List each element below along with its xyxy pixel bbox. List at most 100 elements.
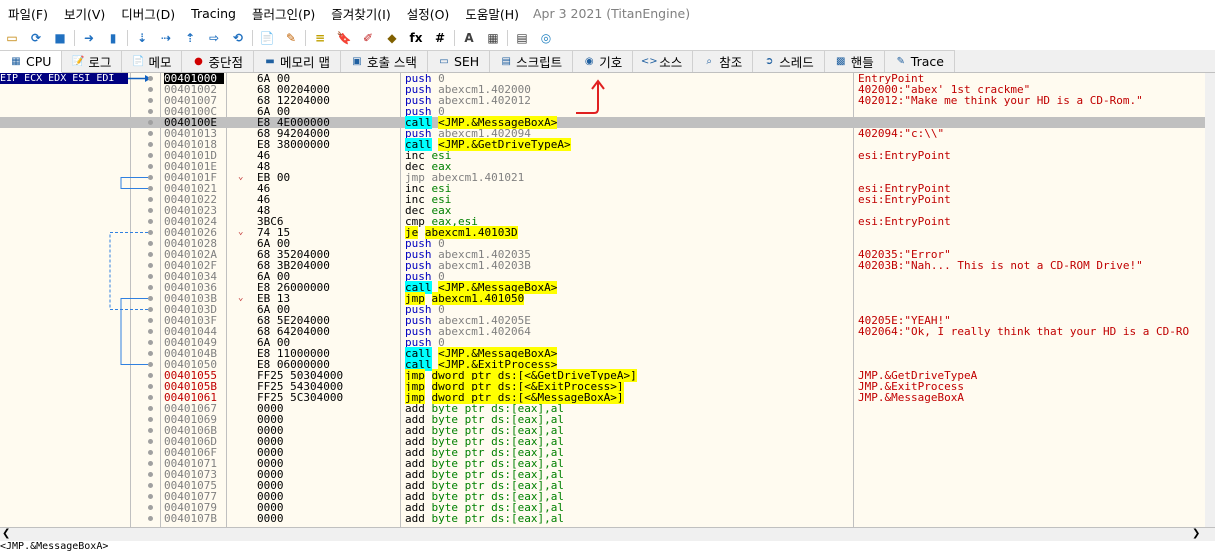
breakpoint-dot[interactable] [148, 186, 153, 191]
hide-debugger-icon[interactable]: ✎ [283, 30, 299, 46]
breakpoint-dot[interactable] [148, 362, 153, 367]
breakpoint-dot[interactable] [148, 318, 153, 323]
breakpoint-dot[interactable] [148, 406, 153, 411]
breakpoint-dot[interactable] [148, 274, 153, 279]
font-icon[interactable]: A [461, 30, 477, 46]
breakpoint-dot[interactable] [148, 219, 153, 224]
menu-item[interactable]: Tracing [183, 6, 244, 21]
breakpoint-dot[interactable] [148, 384, 153, 389]
breakpoint-dot[interactable] [148, 285, 153, 290]
breakpoint-dot[interactable] [148, 131, 153, 136]
disassembly-view[interactable]: EIP ECX EDX ESI EDI 00401000 6A 00 push 0 En… [0, 73, 1205, 527]
hash-icon[interactable]: # [432, 30, 448, 46]
breakpoint-dot[interactable] [148, 98, 153, 103]
menu-item[interactable]: 파일(F) [0, 4, 56, 23]
breakpoint-dot[interactable] [148, 197, 153, 202]
breakpoint-dot[interactable] [148, 175, 153, 180]
breakpoint-dot[interactable] [148, 87, 153, 92]
breakpoint-dot[interactable] [148, 417, 153, 422]
breakpoint-dot[interactable] [148, 494, 153, 499]
register-label: EIP ECX EDX ESI EDI [0, 73, 128, 84]
tab-cpu[interactable]: ▦ CPU [0, 50, 63, 73]
breakpoint-dot[interactable] [148, 351, 153, 356]
tab-script-tab[interactable]: ▤ 스크립트 [490, 50, 574, 72]
menu-item[interactable]: 설정(O) [399, 4, 458, 23]
table-row[interactable]: 0040107B 0000 add byte ptr ds:[eax],al [0, 513, 1205, 524]
script-icon[interactable]: 📄 [259, 30, 275, 46]
close-icon[interactable]: ■ [52, 30, 68, 46]
breakpoint-dot[interactable] [148, 296, 153, 301]
step-over-icon[interactable]: ⇢ [158, 30, 174, 46]
tab-symbols[interactable]: ◉ 기호 [573, 50, 634, 72]
breakpoint-dot[interactable] [148, 142, 153, 147]
function-icon[interactable]: fx [408, 30, 424, 46]
tab-trace-tab[interactable]: ✎ Trace [884, 50, 955, 72]
tab-memory-map[interactable]: ▬ 메모리 맵 [253, 50, 341, 72]
bookmark-icon[interactable]: 🔖 [336, 30, 352, 46]
notes-icon: 📄 [132, 56, 145, 67]
tab-label: CPU [26, 54, 52, 69]
run-icon[interactable]: ➜ [81, 30, 97, 46]
breakpoint-dot[interactable] [148, 428, 153, 433]
label-icon[interactable]: ◆ [384, 30, 400, 46]
breakpoint-dot[interactable] [148, 153, 153, 158]
step-out-icon[interactable]: ⇡ [182, 30, 198, 46]
breakpoint-dot[interactable] [148, 164, 153, 169]
source-icon: <> [640, 56, 658, 67]
step-into-icon[interactable]: ⇣ [134, 30, 150, 46]
run-to-user-icon[interactable]: ⇨ [206, 30, 222, 46]
tab-seh[interactable]: ▭ SEH [427, 50, 491, 72]
globe-icon[interactable]: ◎ [538, 30, 554, 46]
menu-item[interactable]: 도움말(H) [457, 4, 527, 23]
handles-icon: ▩ [836, 56, 846, 67]
memory-icon[interactable]: ▦ [485, 30, 501, 46]
patch-icon[interactable]: ≡ [312, 30, 328, 46]
breakpoint-dot[interactable] [148, 252, 153, 257]
breakpoint-dot[interactable] [148, 472, 153, 477]
menu-item[interactable]: 보기(V) [56, 4, 113, 23]
breakpoint-dot[interactable] [148, 516, 153, 521]
disassembly: add byte ptr ds:[eax],al [405, 513, 564, 524]
comment-icon[interactable]: ✐ [360, 30, 376, 46]
breakpoint-dot[interactable] [148, 263, 153, 268]
breakpoint-dot[interactable] [148, 120, 153, 125]
breakpoint-dot[interactable] [148, 76, 153, 81]
bytes: 46 [257, 182, 271, 195]
breakpoint-dot[interactable] [148, 109, 153, 114]
call-stack-icon: ▣ [352, 56, 362, 67]
calculator-icon[interactable]: ▤ [514, 30, 530, 46]
open-icon[interactable]: ▭ [4, 30, 20, 46]
menu-item[interactable]: 즐겨찾기(I) [323, 4, 398, 23]
breakpoint-dot[interactable] [148, 505, 153, 510]
pause-icon[interactable]: ▮ [105, 30, 121, 46]
breakpoint-dot[interactable] [148, 208, 153, 213]
tab-threads[interactable]: ➲ 스레드 [753, 50, 825, 72]
breakpoint-dot[interactable] [148, 340, 153, 345]
tab-call-stack[interactable]: ▣ 호출 스택 [340, 50, 428, 72]
tab-handles[interactable]: ▩ 핸들 [824, 50, 885, 72]
tab-breakpoint[interactable]: ● 중단점 [182, 50, 254, 72]
menu-item[interactable]: 디버그(D) [113, 4, 183, 23]
breakpoint-dot[interactable] [148, 461, 153, 466]
tab-references[interactable]: ⌕ 참조 [693, 50, 754, 72]
trace-icon[interactable]: ⟲ [230, 30, 246, 46]
scroll-right-icon[interactable]: ❯ [1192, 528, 1200, 539]
tab-source[interactable]: <> 소스 [633, 50, 694, 72]
breakpoint-dot[interactable] [148, 395, 153, 400]
breakpoint-dot[interactable] [148, 307, 153, 312]
horizontal-scrollbar[interactable]: ❮ ❯ [0, 527, 1215, 542]
restart-icon[interactable]: ⟳ [28, 30, 44, 46]
tab-notes[interactable]: 📄 메모 [122, 50, 183, 72]
breakpoint-dot[interactable] [148, 373, 153, 378]
breakpoint-dot[interactable] [148, 483, 153, 488]
breakpoint-dot[interactable] [148, 439, 153, 444]
breakpoint-dot[interactable] [148, 241, 153, 246]
tab-log[interactable]: 📝 로그 [62, 50, 123, 72]
breakpoint-dot[interactable] [148, 230, 153, 235]
breakpoint-dot[interactable] [148, 329, 153, 334]
scroll-left-icon[interactable]: ❮ [2, 528, 10, 539]
vertical-scrollbar[interactable] [1205, 73, 1215, 527]
breakpoint-dot[interactable] [148, 450, 153, 455]
cpu-icon: ▦ [11, 56, 21, 67]
menu-item[interactable]: 플러그인(P) [244, 4, 323, 23]
